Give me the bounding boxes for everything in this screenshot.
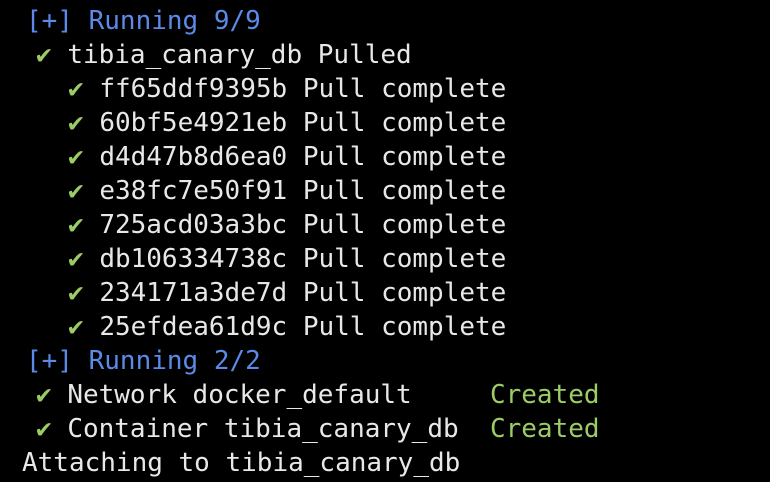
layer-line: ✔ 234171a3de7d Pull complete (68, 276, 506, 310)
partial-top-text: _ (300, 0, 314, 2)
image-name: tibia_canary_db (67, 40, 303, 70)
check-icon: ✔ (68, 312, 84, 342)
attaching-line: Attaching to tibia_canary_db (22, 448, 461, 478)
layer-id: e38fc7e50f91 (99, 176, 288, 206)
check-icon: ✔ (68, 278, 84, 308)
check-icon: ✔ (36, 40, 52, 70)
check-icon: ✔ (68, 244, 84, 274)
layer-status: Pull complete (302, 176, 507, 206)
layer-id: 60bf5e4921eb (99, 108, 288, 138)
resource-line: ✔ Container tibia_canary_db Created (36, 412, 600, 446)
layer-line: ✔ db106334738c Pull complete (68, 242, 506, 276)
terminal-window: _ [+] Running 9/9 ✔ tibia_canary_db Pull… (0, 0, 770, 482)
layer-id: d4d47b8d6ea0 (99, 142, 288, 172)
layer-status: Pull complete (302, 244, 507, 274)
layer-id: 234171a3de7d (99, 278, 288, 308)
layer-line: ✔ d4d47b8d6ea0 Pull complete (68, 140, 506, 174)
layer-line: ✔ 60bf5e4921eb Pull complete (68, 106, 506, 140)
check-icon: ✔ (68, 142, 84, 172)
layer-status: Pull complete (302, 312, 507, 342)
resource-label: Container tibia_canary_db (67, 414, 459, 444)
layer-line: ✔ 25efdea61d9c Pull complete (68, 310, 506, 344)
layer-status: Pull complete (302, 108, 507, 138)
layer-status: Pull complete (302, 210, 507, 240)
check-icon: ✔ (36, 380, 52, 410)
image-pulled-line: ✔ tibia_canary_db Pulled (36, 38, 412, 72)
running-header-1: [+] Running 9/9 (26, 6, 261, 36)
layer-line: ✔ ff65ddf9395b Pull complete (68, 72, 506, 106)
check-icon: ✔ (68, 108, 84, 138)
layer-id: 25efdea61d9c (99, 312, 288, 342)
resource-status: Created (489, 414, 600, 444)
resource-status: Created (489, 380, 600, 410)
layer-line: ✔ 725acd03a3bc Pull complete (68, 208, 506, 242)
resource-line: ✔ Network docker_default Created (36, 378, 600, 412)
image-status: Pulled (317, 40, 412, 70)
layer-id: ff65ddf9395b (99, 74, 288, 104)
check-icon: ✔ (68, 74, 84, 104)
layer-id: db106334738c (99, 244, 288, 274)
check-icon: ✔ (68, 176, 84, 206)
check-icon: ✔ (68, 210, 84, 240)
layer-status: Pull complete (302, 74, 507, 104)
layer-status: Pull complete (302, 142, 507, 172)
layer-status: Pull complete (302, 278, 507, 308)
layer-id: 725acd03a3bc (99, 210, 288, 240)
running-header-2: [+] Running 2/2 (26, 346, 261, 376)
resource-label: Network docker_default (67, 380, 459, 410)
check-icon: ✔ (36, 414, 52, 444)
layer-line: ✔ e38fc7e50f91 Pull complete (68, 174, 506, 208)
